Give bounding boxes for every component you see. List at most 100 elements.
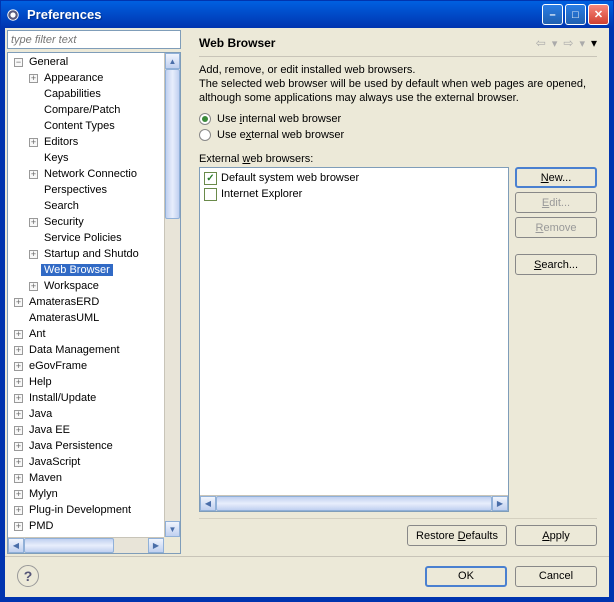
expand-icon[interactable]: + xyxy=(29,138,38,147)
maximize-button[interactable]: □ xyxy=(565,4,586,25)
tree-item[interactable]: AmaterasUML xyxy=(8,310,164,326)
scroll-thumb[interactable] xyxy=(165,69,180,219)
tree-item[interactable]: +Security xyxy=(8,214,164,230)
expand-icon[interactable]: + xyxy=(29,282,38,291)
expand-icon[interactable]: + xyxy=(14,490,23,499)
tree-item[interactable]: +Network Connectio xyxy=(8,166,164,182)
expand-spacer xyxy=(29,234,38,243)
tree-item[interactable]: +Editors xyxy=(8,134,164,150)
tree-item[interactable]: +Java xyxy=(8,406,164,422)
browsers-listbox[interactable]: ✓ Default system web browser Internet Expl… xyxy=(199,167,509,512)
expand-icon[interactable]: + xyxy=(14,410,23,419)
close-button[interactable]: ✕ xyxy=(588,4,609,25)
tree-item-label: Java xyxy=(26,408,55,420)
tree-item-label: Compare/Patch xyxy=(41,104,123,116)
expand-icon[interactable]: + xyxy=(14,522,23,531)
radio-internal-label: Use internal web browser xyxy=(217,113,341,125)
radio-internal[interactable]: Use internal web browser xyxy=(199,113,597,125)
expand-icon[interactable]: + xyxy=(29,170,38,179)
tree-item-label: Mylyn xyxy=(26,488,61,500)
minimize-button[interactable]: – xyxy=(542,4,563,25)
tree-item[interactable]: +eGovFrame xyxy=(8,358,164,374)
restore-defaults-button[interactable]: Restore Defaults xyxy=(407,525,507,546)
expand-spacer xyxy=(29,122,38,131)
tree-item[interactable]: +Plug-in Development xyxy=(8,502,164,518)
tree-vertical-scrollbar[interactable]: ▲ ▼ xyxy=(164,53,180,537)
tree-item[interactable]: +JavaScript xyxy=(8,454,164,470)
tree-item[interactable]: +Data Management xyxy=(8,342,164,358)
collapse-icon[interactable]: − xyxy=(14,58,23,67)
tree-item[interactable]: +Java Persistence xyxy=(8,438,164,454)
filter-input[interactable] xyxy=(7,30,181,49)
tree-item[interactable]: −General xyxy=(8,54,164,70)
tree-item-label: AmaterasERD xyxy=(26,296,102,308)
expand-icon[interactable]: + xyxy=(14,394,23,403)
scroll-thumb[interactable] xyxy=(216,496,492,511)
list-item[interactable]: ✓ Default system web browser xyxy=(202,170,506,186)
expand-icon[interactable]: + xyxy=(14,458,23,467)
apply-button[interactable]: Apply xyxy=(515,525,597,546)
expand-icon[interactable]: + xyxy=(14,506,23,515)
scroll-right-icon[interactable]: ▶ xyxy=(148,538,164,553)
tree-item[interactable]: Compare/Patch xyxy=(8,102,164,118)
tree-item-label: Web Browser xyxy=(41,264,113,276)
tree-item[interactable]: +Java EE xyxy=(8,422,164,438)
tree-item[interactable]: Web Browser xyxy=(8,262,164,278)
expand-icon[interactable]: + xyxy=(29,250,38,259)
list-item[interactable]: Internet Explorer xyxy=(202,186,506,202)
tree-item[interactable]: +PMD xyxy=(8,518,164,534)
tree-item[interactable]: +Appearance xyxy=(8,70,164,86)
help-icon[interactable]: ? xyxy=(17,565,39,587)
expand-icon[interactable]: + xyxy=(14,330,23,339)
back-arrow-icon[interactable]: ⇦ xyxy=(536,36,546,50)
checkbox-icon[interactable] xyxy=(204,188,217,201)
radio-external[interactable]: Use external web browser xyxy=(199,129,597,141)
menu-dropdown-icon[interactable]: ▾ xyxy=(591,36,597,50)
expand-icon[interactable]: + xyxy=(14,362,23,371)
tree-item[interactable]: Service Policies xyxy=(8,230,164,246)
expand-icon[interactable]: + xyxy=(29,74,38,83)
edit-button[interactable]: Edit... xyxy=(515,192,597,213)
tree-item[interactable]: +Maven xyxy=(8,470,164,486)
scroll-up-icon[interactable]: ▲ xyxy=(165,53,180,69)
scroll-left-icon[interactable]: ◀ xyxy=(8,538,24,553)
tree-item[interactable]: Content Types xyxy=(8,118,164,134)
expand-icon[interactable]: + xyxy=(14,378,23,387)
scroll-right-icon[interactable]: ▶ xyxy=(492,496,508,511)
preferences-tree[interactable]: −General+AppearanceCapabilities Compare/P… xyxy=(7,52,181,554)
expand-icon[interactable]: + xyxy=(14,474,23,483)
scroll-thumb[interactable] xyxy=(24,538,114,553)
scroll-down-icon[interactable]: ▼ xyxy=(165,521,180,537)
tree-item[interactable]: Capabilities xyxy=(8,86,164,102)
listbox-horizontal-scrollbar[interactable]: ◀ ▶ xyxy=(200,495,508,511)
scroll-left-icon[interactable]: ◀ xyxy=(200,496,216,511)
tree-item[interactable]: +Mylyn xyxy=(8,486,164,502)
tree-item[interactable]: Perspectives xyxy=(8,182,164,198)
expand-icon[interactable]: + xyxy=(14,346,23,355)
titlebar[interactable]: Preferences – □ ✕ xyxy=(1,1,613,28)
tree-item[interactable]: +Install/Update xyxy=(8,390,164,406)
tree-item[interactable]: +Help xyxy=(8,374,164,390)
radio-external-label: Use external web browser xyxy=(217,129,344,141)
tree-item[interactable]: +Workspace xyxy=(8,278,164,294)
expand-icon[interactable]: + xyxy=(14,442,23,451)
list-item-label: Default system web browser xyxy=(221,172,359,184)
remove-button[interactable]: Remove xyxy=(515,217,597,238)
tree-item[interactable]: +AmaterasERD xyxy=(8,294,164,310)
expand-icon[interactable]: + xyxy=(14,426,23,435)
search-button[interactable]: Search... xyxy=(515,254,597,275)
tree-item-label: Editors xyxy=(41,136,81,148)
checkbox-icon[interactable]: ✓ xyxy=(204,172,217,185)
forward-arrow-icon[interactable]: ⇨ xyxy=(563,36,573,50)
tree-item-label: Install/Update xyxy=(26,392,99,404)
expand-icon[interactable]: + xyxy=(14,298,23,307)
tree-item[interactable]: +Startup and Shutdo xyxy=(8,246,164,262)
cancel-button[interactable]: Cancel xyxy=(515,566,597,587)
tree-item[interactable]: Search xyxy=(8,198,164,214)
tree-item[interactable]: Keys xyxy=(8,150,164,166)
tree-item[interactable]: +Ant xyxy=(8,326,164,342)
new-button[interactable]: New... xyxy=(515,167,597,188)
tree-horizontal-scrollbar[interactable]: ◀ ▶ xyxy=(8,537,164,553)
expand-icon[interactable]: + xyxy=(29,218,38,227)
ok-button[interactable]: OK xyxy=(425,566,507,587)
